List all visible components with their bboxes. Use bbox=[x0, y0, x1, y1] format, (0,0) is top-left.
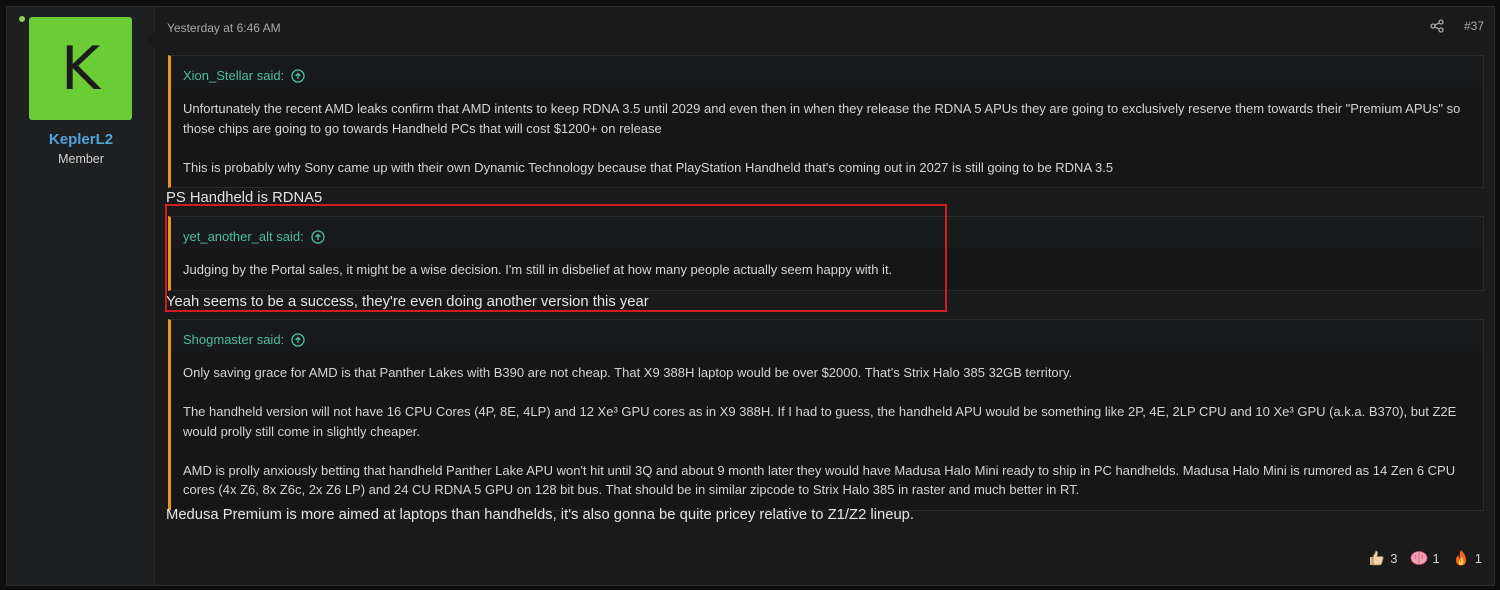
quote-body: Only saving grace for AMD is that Panthe… bbox=[171, 351, 1483, 510]
avatar-letter: K bbox=[60, 33, 101, 104]
quote-paragraph: The handheld version will not have 16 CP… bbox=[183, 404, 1457, 439]
quote-paragraph: Only saving grace for AMD is that Panthe… bbox=[183, 365, 1073, 380]
post-number-link[interactable]: #37 bbox=[1464, 19, 1484, 33]
share-icon[interactable] bbox=[1430, 19, 1444, 33]
reply-text: Medusa Premium is more aimed at laptops … bbox=[166, 507, 915, 523]
reaction-count: 1 bbox=[1432, 550, 1440, 566]
fire-icon bbox=[1455, 550, 1466, 566]
avatar[interactable]: K bbox=[29, 17, 132, 120]
reactions-bar[interactable]: 3 1 1 bbox=[1367, 549, 1482, 567]
username-link[interactable]: KeplerL2 bbox=[7, 131, 155, 148]
online-status-icon bbox=[17, 14, 27, 24]
arrow-up-circle-icon[interactable] bbox=[291, 332, 305, 347]
post-main: Yesterday at 6:46 AM #37 Xion_Stellar sa… bbox=[155, 7, 1494, 585]
quote-paragraph: This is probably why Sony came up with t… bbox=[183, 159, 1114, 175]
quote-paragraph: Unfortunately the recent AMD leaks confi… bbox=[183, 101, 1461, 136]
brain-icon bbox=[1410, 551, 1427, 565]
quote-author-link[interactable]: Xion_Stellar said: bbox=[183, 68, 284, 83]
user-title: Member bbox=[58, 152, 104, 166]
highlight-annotation-box bbox=[165, 204, 947, 312]
quote-header: Xion_Stellar said: bbox=[171, 56, 1483, 87]
quote-body: Unfortunately the recent AMD leaks confi… bbox=[171, 87, 1483, 187]
reaction-thumbs-up[interactable]: 3 bbox=[1367, 549, 1398, 567]
reaction-count: 1 bbox=[1474, 550, 1482, 566]
post-date-link[interactable]: Yesterday at 6:46 AM bbox=[167, 21, 281, 35]
quote-author-link[interactable]: Shogmaster said: bbox=[183, 332, 284, 347]
forum-post: K KeplerL2 Member Yesterday at 6:46 AM #… bbox=[6, 6, 1495, 586]
thumbs-up-icon bbox=[1370, 550, 1384, 566]
reaction-fire[interactable]: 1 bbox=[1452, 549, 1482, 567]
quote-header: Shogmaster said: bbox=[171, 320, 1483, 351]
sidebar-arrow bbox=[146, 31, 155, 49]
quote-block: Xion_Stellar said: Unfortunately the rec… bbox=[168, 55, 1484, 188]
reaction-brain[interactable]: 1 bbox=[1410, 549, 1440, 567]
arrow-up-circle-icon[interactable] bbox=[291, 68, 305, 83]
quote-block: Shogmaster said: Only saving grace for A… bbox=[168, 319, 1484, 511]
post-header: Yesterday at 6:46 AM #37 bbox=[167, 19, 1484, 35]
quote-paragraph: AMD is prolly anxiously betting that han… bbox=[183, 462, 1456, 498]
user-sidebar: K KeplerL2 Member bbox=[7, 7, 155, 585]
reaction-count: 3 bbox=[1390, 550, 1398, 566]
